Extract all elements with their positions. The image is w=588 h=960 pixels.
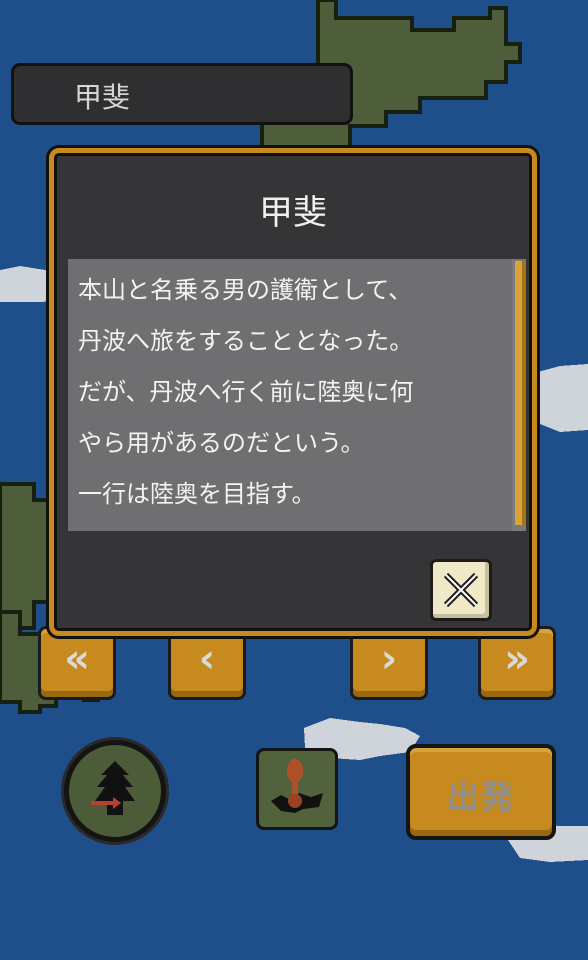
close-x-icon	[443, 572, 479, 608]
castle-compass-icon	[91, 761, 135, 815]
dialog-body-text: 本山と名乗る男の護衛として、 丹波へ旅をすることとなった。 だが、丹波へ行く前に…	[78, 276, 414, 508]
prev-page-button[interactable]: ‹	[168, 626, 246, 700]
last-page-button[interactable]: »	[478, 626, 556, 700]
depart-label: 出発	[446, 778, 515, 816]
first-page-button[interactable]: «	[38, 626, 116, 700]
depart-button[interactable]: 出発	[406, 744, 556, 840]
scrollbar-thumb[interactable]	[515, 261, 525, 525]
next-page-button[interactable]: ›	[350, 626, 428, 700]
region-name-bar: 甲斐	[14, 66, 350, 122]
dialog-title: 甲斐	[259, 193, 327, 233]
region-info-dialog: 甲斐 本山と名乗る男の護衛として、 丹波へ旅をすることとなった。 だが、丹波へ行…	[49, 148, 537, 636]
map-pin-icon	[271, 759, 323, 813]
dialog-scrollbar[interactable]	[512, 259, 526, 531]
map-pin-button[interactable]	[256, 748, 338, 830]
cloud	[538, 364, 588, 432]
dialog-text-panel: 本山と名乗る男の護衛として、 丹波へ旅をすることとなった。 だが、丹波へ行く前に…	[68, 259, 526, 531]
close-dialog-button[interactable]	[430, 559, 492, 621]
region-name: 甲斐	[74, 81, 131, 114]
castle-compass-button[interactable]	[64, 740, 166, 842]
